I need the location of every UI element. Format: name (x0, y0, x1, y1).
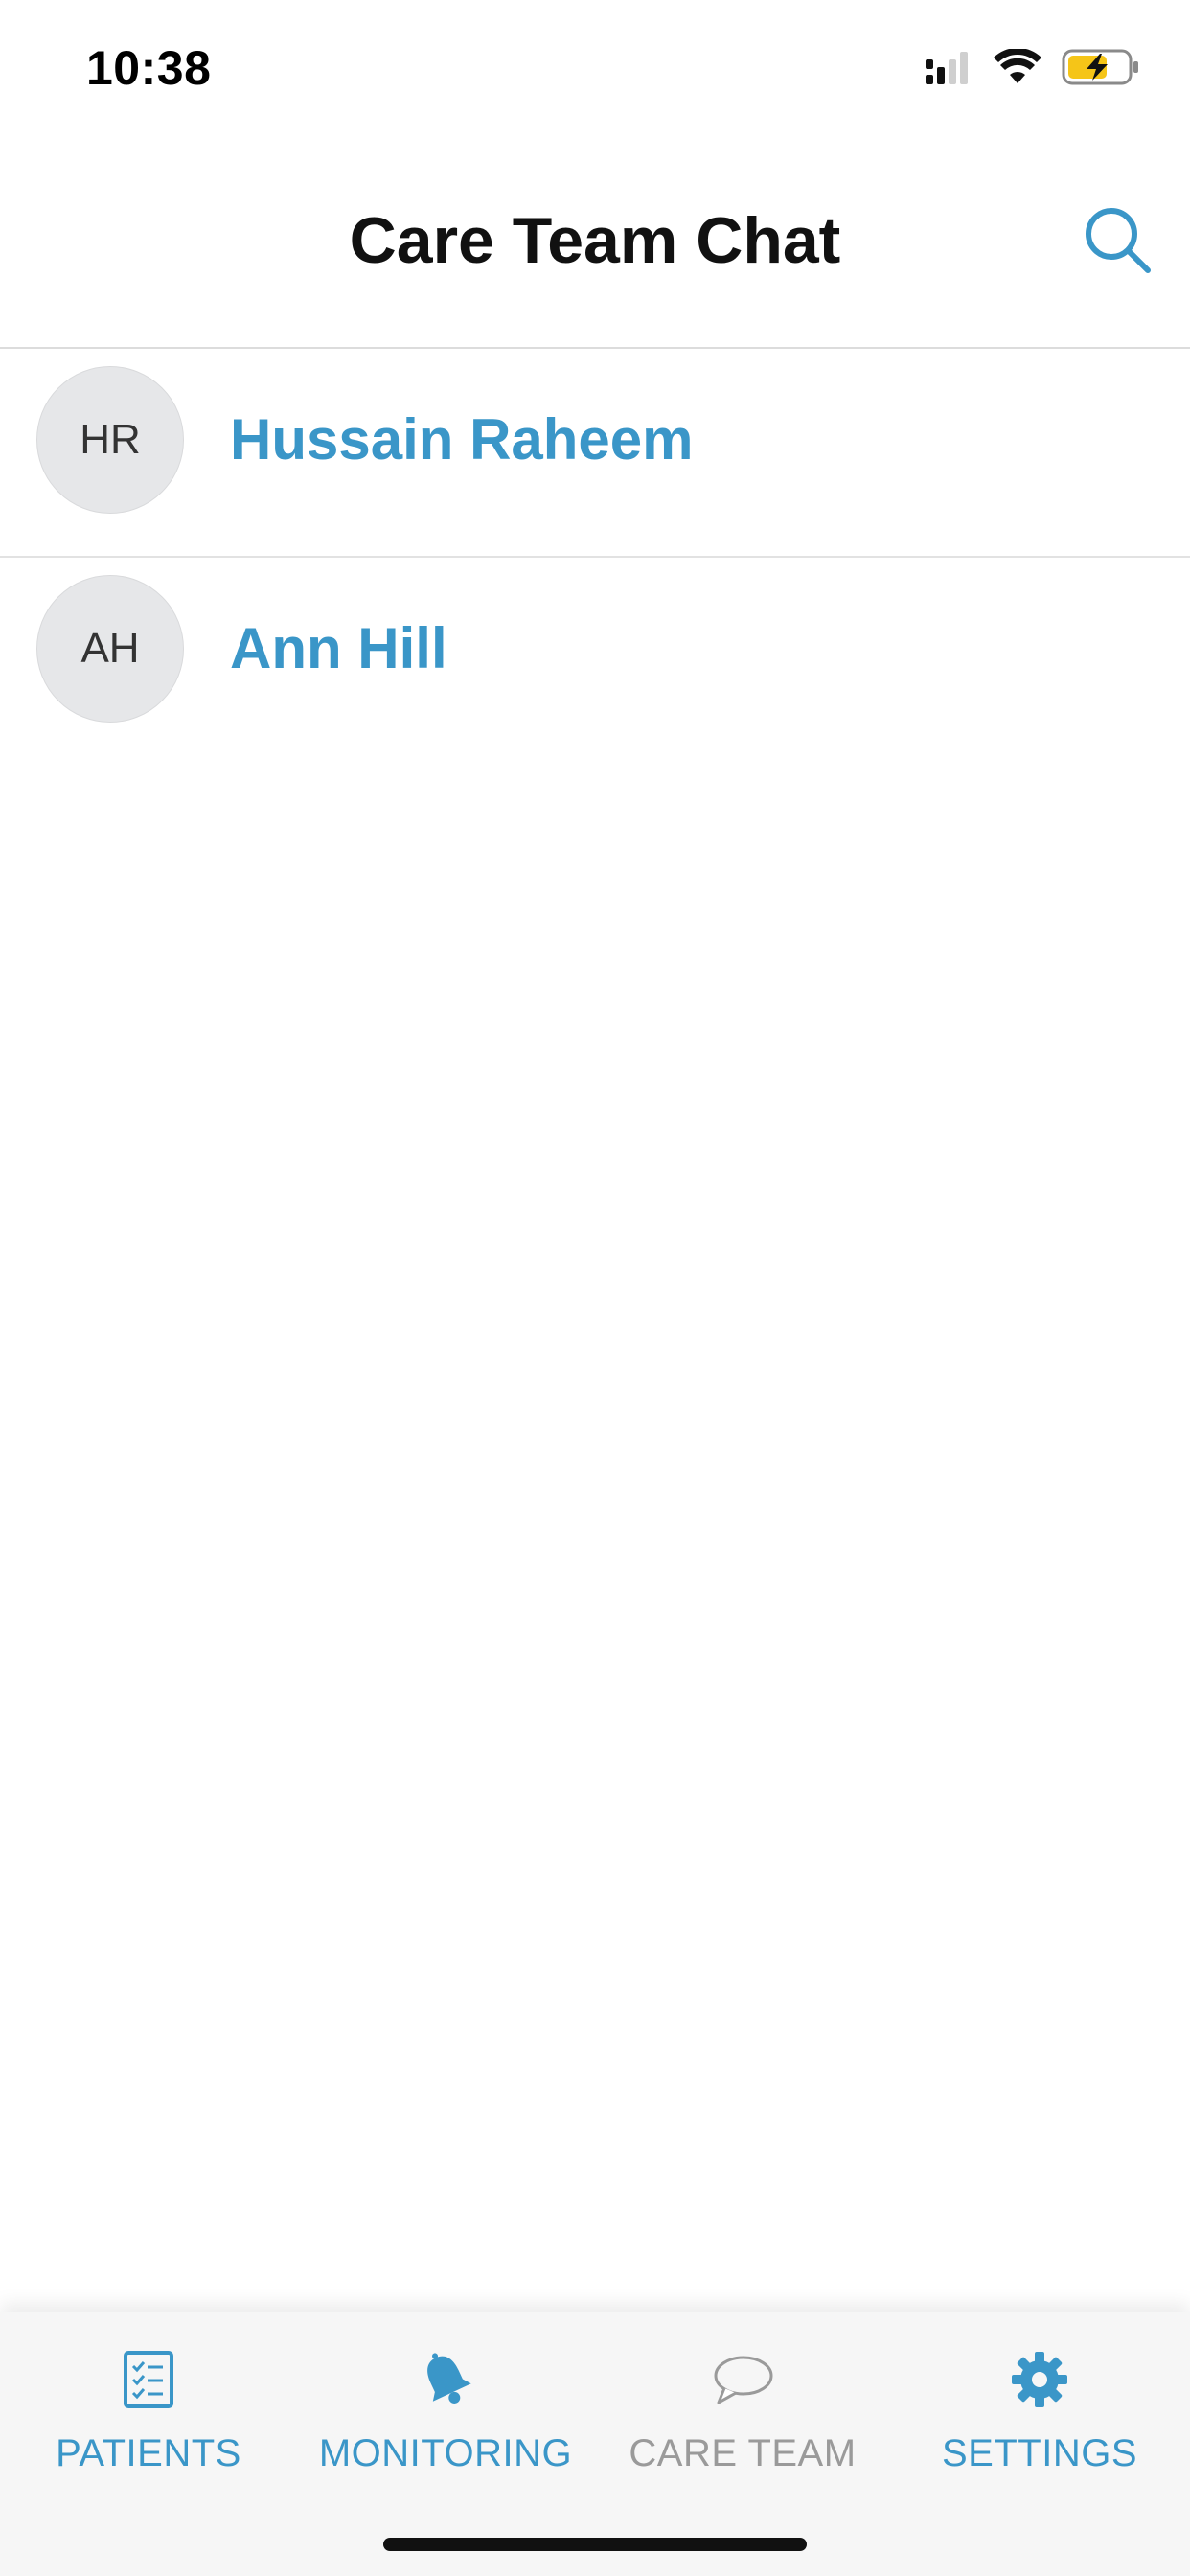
chat-list-item[interactable]: HR Hussain Raheem (0, 349, 1190, 558)
page-title: Care Team Chat (349, 204, 841, 277)
tab-label: SETTINGS (941, 2432, 1138, 2474)
checklist-icon (124, 2351, 173, 2408)
status-time: 10:38 (86, 41, 212, 95)
contact-name: Ann Hill (230, 616, 447, 680)
tab-monitoring[interactable]: MONITORING (297, 2346, 594, 2475)
battery-charging-icon (1062, 49, 1138, 85)
search-button[interactable] (1079, 201, 1156, 278)
chat-bubble-icon (714, 2356, 773, 2404)
tab-settings[interactable]: SETTINGS (891, 2346, 1188, 2475)
tab-label: PATIENTS (56, 2432, 241, 2474)
search-icon (1086, 208, 1151, 273)
avatar: HR (36, 366, 184, 514)
home-indicator (383, 2538, 807, 2551)
gear-icon (1012, 2352, 1067, 2407)
tab-label: MONITORING (318, 2432, 573, 2474)
tab-bar: PATIENTS MONITORING CARE TEAM SETTINGS (0, 2312, 1190, 2576)
tab-care-team[interactable]: CARE TEAM (594, 2346, 891, 2475)
chat-list: HR Hussain Raheem AH Ann Hill (0, 349, 1190, 765)
bell-icon (427, 2353, 471, 2404)
tab-patients[interactable]: PATIENTS (0, 2346, 297, 2475)
avatar: AH (36, 575, 184, 723)
status-bar: 10:38 (0, 0, 1190, 134)
contact-name: Hussain Raheem (230, 407, 694, 472)
status-icons (924, 48, 1142, 86)
tab-label: CARE TEAM (629, 2432, 857, 2474)
header: Care Team Chat (0, 134, 1190, 349)
signal-icon (926, 52, 968, 84)
wifi-icon (994, 49, 1041, 83)
chat-list-item[interactable]: AH Ann Hill (0, 558, 1190, 765)
